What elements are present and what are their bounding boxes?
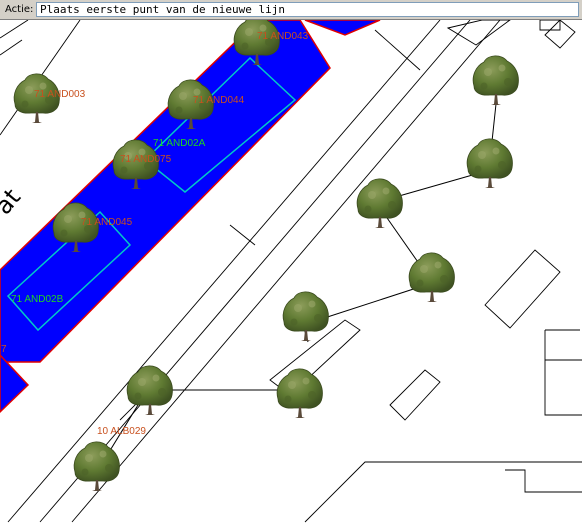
command-bar: Actie: bbox=[0, 0, 582, 20]
label-and02b: 71 AND02B bbox=[11, 294, 64, 305]
label-and02a: 71 AND02A bbox=[153, 138, 206, 149]
label-and003: 71 AND003 bbox=[34, 89, 86, 100]
label-and045: 71 AND045 bbox=[81, 217, 133, 228]
label-and043: 71 AND043 bbox=[257, 31, 309, 42]
label-and075: 71 AND075 bbox=[120, 154, 172, 165]
map-canvas[interactable]: 71 AND043 71 AND003 71 AND044 71 AND02A … bbox=[0, 20, 582, 523]
label-alb029: 10 ALB029 bbox=[97, 426, 146, 437]
label-edge-7: 7 bbox=[1, 344, 7, 355]
label-and044: 71 AND044 bbox=[193, 95, 245, 106]
command-label: Actie: bbox=[5, 4, 34, 15]
command-input[interactable] bbox=[36, 2, 579, 17]
